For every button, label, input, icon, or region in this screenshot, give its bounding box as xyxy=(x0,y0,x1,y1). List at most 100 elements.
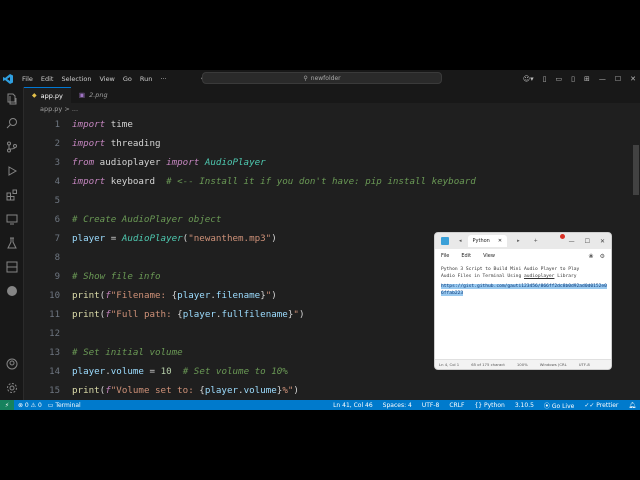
extensions-icon[interactable] xyxy=(0,183,24,207)
close-icon[interactable]: ✕ xyxy=(630,75,636,83)
underlined-word: audioplayer xyxy=(523,273,555,279)
line-number: 14 xyxy=(49,366,60,377)
line-number: 11 xyxy=(49,309,60,320)
python-file-icon: ◆ xyxy=(32,92,37,99)
code-text: # Show file info xyxy=(72,271,161,282)
menu-go[interactable]: Go xyxy=(119,75,136,83)
remote-explorer-icon[interactable] xyxy=(0,207,24,231)
live-share-icon[interactable] xyxy=(0,279,24,303)
minimize-icon[interactable]: — xyxy=(599,75,606,83)
line-number: 8 xyxy=(54,252,60,263)
terminal-button[interactable]: ▭ Terminal xyxy=(48,402,81,409)
notepad-zoom: 100% xyxy=(516,362,528,367)
code-line: 15 print(f"Volume set to: {player.volume… xyxy=(24,381,299,400)
prettier-label: Prettier xyxy=(596,401,619,409)
terminal-label: Terminal xyxy=(55,401,81,409)
settings-gear-icon[interactable] xyxy=(0,376,24,400)
code-line: 3 from audioplayer import AudioPlayer xyxy=(24,153,266,172)
code-line: 7 player = AudioPlayer("newanthem.mp3") xyxy=(24,229,277,248)
testing-icon[interactable] xyxy=(0,231,24,255)
editor-scrollbar[interactable] xyxy=(632,115,640,400)
notepad-line-ending: Windows (CRL xyxy=(539,362,567,367)
explorer-icon[interactable] xyxy=(0,87,24,111)
settings-gear-icon[interactable]: ⚙ xyxy=(600,253,605,260)
code-line: 11 print(f"Full path: {player.fullfilena… xyxy=(24,305,304,324)
code-line: 1 import time xyxy=(24,115,133,134)
notepad-cursor-position: Ln 4, Col 1 xyxy=(439,362,460,367)
close-icon[interactable]: ✕ xyxy=(600,238,605,245)
notepad-tab[interactable]: Python ✕ xyxy=(467,235,508,247)
status-bar: ⚡ ⊗ 0 ⚠ 0 ▭ Terminal Ln 41, Col 46 Space… xyxy=(0,400,640,410)
go-live-button[interactable]: ⦿ Go Live xyxy=(544,401,574,410)
cursor-position[interactable]: Ln 41, Col 46 xyxy=(333,402,373,409)
menu-edit[interactable]: Edit xyxy=(37,75,58,83)
minimize-icon[interactable]: — xyxy=(569,238,575,245)
code-line: 9 # Show file info xyxy=(24,267,161,286)
line-number: 15 xyxy=(49,385,60,396)
layout-secondary-icon[interactable]: ▯ xyxy=(571,75,575,83)
menu-more[interactable]: ··· xyxy=(156,75,170,83)
account-icon[interactable] xyxy=(0,352,24,376)
code-text: import time xyxy=(72,119,133,130)
tab-close-icon[interactable]: ✕ xyxy=(498,238,502,244)
tab-scroll-right-icon[interactable]: ▸ xyxy=(517,238,520,244)
search-icon[interactable] xyxy=(0,111,24,135)
code-text: # Create AudioPlayer object xyxy=(72,214,222,225)
copilot-icon[interactable]: ☺▾ xyxy=(523,75,534,83)
menu-run[interactable]: Run xyxy=(136,75,156,83)
command-center-search[interactable]: ⚲ newfolder xyxy=(202,72,442,84)
line-number: 4 xyxy=(54,176,60,187)
notepad-tab-label: Python xyxy=(472,238,490,244)
notepad-menu-file[interactable]: File xyxy=(441,253,449,259)
tab-2-png[interactable]: ▣ 2.png xyxy=(71,87,116,103)
code-text: # Set initial volume xyxy=(72,347,183,358)
recording-dot-icon xyxy=(560,234,565,239)
layout-sidebar-icon[interactable]: ▯ xyxy=(543,75,547,83)
notepad-app-icon xyxy=(441,237,449,245)
new-tab-icon[interactable]: + xyxy=(534,238,538,244)
prettier-button[interactable]: ✓✓ Prettier xyxy=(584,402,618,409)
selected-url[interactable]: https://gist.github.com/gauti123456/866f… xyxy=(441,284,607,296)
tab-label: app.py xyxy=(40,91,63,100)
code-text: player = AudioPlayer("newanthem.mp3") xyxy=(72,233,277,244)
breadcrumb[interactable]: app.py > ... xyxy=(40,105,78,113)
tab-app-py[interactable]: ◆ app.py xyxy=(24,87,71,103)
language-mode[interactable]: {} Python xyxy=(474,402,504,409)
notepad-menu-view[interactable]: View xyxy=(483,253,495,259)
source-control-icon[interactable] xyxy=(0,135,24,159)
menu-selection[interactable]: Selection xyxy=(57,75,95,83)
scrollbar-thumb[interactable] xyxy=(633,145,639,195)
notepad-window: ◂ Python ✕ ▸ + — ☐ ✕ File Edit View ❀ ⚙ … xyxy=(434,232,612,370)
maximize-icon[interactable]: ☐ xyxy=(585,238,590,245)
notepad-encoding: UTF-8 xyxy=(578,362,590,367)
line-ending[interactable]: CRLF xyxy=(449,402,464,409)
encoding[interactable]: UTF-8 xyxy=(422,402,440,409)
notifications-bell-icon[interactable]: 🔔︎ xyxy=(628,402,636,409)
python-version[interactable]: 3.10.5 xyxy=(515,402,534,409)
line-number: 12 xyxy=(49,328,60,339)
code-line: 8 xyxy=(24,248,60,267)
activity-bar xyxy=(0,87,24,400)
run-debug-icon[interactable] xyxy=(0,159,24,183)
notepad-text-area[interactable]: Python 3 Script to Build Mini Audio Play… xyxy=(435,263,611,359)
line-number: 1 xyxy=(54,119,60,130)
docker-icon[interactable] xyxy=(0,255,24,279)
tab-scroll-left-icon[interactable]: ◂ xyxy=(459,238,462,244)
line-text: Audio Files in Terminal Using xyxy=(441,273,524,279)
menu-file[interactable]: File xyxy=(18,75,37,83)
maximize-icon[interactable]: ☐ xyxy=(615,75,621,83)
problems-count[interactable]: ⊗ 0 ⚠ 0 xyxy=(18,402,42,409)
menu-view[interactable]: View xyxy=(95,75,118,83)
code-line: 5 xyxy=(24,191,60,210)
layout-panel-icon[interactable]: ▭ xyxy=(555,75,562,83)
copilot-icon[interactable]: ❀ xyxy=(589,253,594,260)
code-text: import threading xyxy=(72,138,161,149)
customize-layout-icon[interactable]: ⊞ xyxy=(584,75,590,83)
indentation[interactable]: Spaces: 4 xyxy=(383,402,412,409)
notepad-char-count: 65 of 175 charact xyxy=(471,362,505,367)
code-line: 10 print(f"Filename: {player.filename}") xyxy=(24,286,277,305)
language-label: Python xyxy=(484,401,505,409)
remote-indicator-icon[interactable]: ⚡ xyxy=(0,400,14,410)
notepad-titlebar: ◂ Python ✕ ▸ + — ☐ ✕ xyxy=(435,233,611,249)
notepad-menu-edit[interactable]: Edit xyxy=(461,253,471,259)
